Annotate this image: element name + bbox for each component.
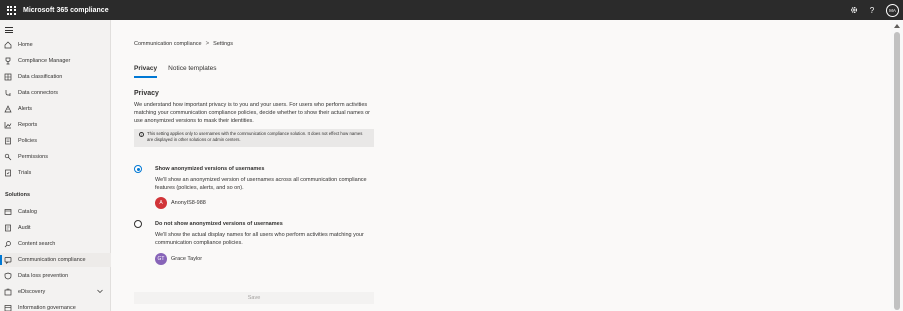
nav-item-label: eDiscovery	[18, 289, 46, 295]
ediscovery-icon	[4, 288, 12, 296]
scroll-thumb[interactable]	[894, 32, 900, 310]
info-text: This setting applies only to usernames w…	[147, 131, 363, 142]
trials-icon	[4, 169, 12, 177]
nav-item-policies[interactable]: Policies	[0, 134, 111, 148]
nav-item-label: Alerts	[18, 106, 33, 112]
nav-section-solutions: Solutions	[5, 192, 31, 198]
top-bar: Microsoft 365 compliance ? MA	[0, 0, 903, 20]
key-icon	[4, 153, 12, 161]
catalog-icon	[4, 208, 12, 216]
nav-item-label: Policies	[18, 138, 37, 144]
persona-name: Grace Taylor	[171, 256, 203, 262]
nav-item-label: Catalog	[18, 209, 37, 215]
option-title[interactable]: Do not show anonymized versions of usern…	[155, 221, 283, 227]
nav-item-communication-compliance[interactable]: Communication compliance	[0, 253, 111, 267]
nav-item-label: Compliance Manager	[18, 58, 71, 64]
breadcrumb-item-settings: Settings	[213, 41, 233, 47]
governance-icon	[4, 304, 12, 311]
scrollbar[interactable]	[891, 20, 903, 311]
home-icon	[4, 41, 12, 49]
nav-item-information-governance[interactable]: Information governance	[0, 301, 111, 311]
info-banner: i This setting applies only to usernames…	[134, 129, 374, 147]
nav-item-content-search[interactable]: Content search	[0, 237, 111, 251]
app-title[interactable]: Microsoft 365 compliance	[23, 7, 109, 14]
nav-item-label: Data classification	[18, 74, 63, 80]
nav-item-label: Reports	[18, 122, 38, 128]
nav-item-trials[interactable]: Trials	[0, 166, 111, 180]
tab-privacy[interactable]: Privacy	[134, 65, 158, 78]
nav-item-label: Content search	[18, 241, 56, 247]
nav-item-label: Home	[18, 42, 33, 48]
tab-notice-templates[interactable]: Notice templates	[168, 65, 216, 78]
search-icon	[4, 240, 12, 248]
option-description: We'll show an anonymized version of user…	[155, 177, 367, 191]
breadcrumb: Communication compliance > Settings	[134, 41, 233, 47]
nav-item-catalog[interactable]: Catalog	[0, 205, 111, 219]
chart-icon	[4, 121, 12, 129]
nav-item-audit[interactable]: Audit	[0, 221, 111, 235]
persona-name: AnonyIS8-988	[171, 200, 206, 206]
nav-item-label: Trials	[18, 170, 32, 176]
tab-list: Privacy Notice templates	[134, 65, 228, 78]
nav-item-label: Communication compliance	[18, 257, 86, 263]
avatar: A	[155, 197, 167, 209]
nav-item-compliance-manager[interactable]: Compliance Manager	[0, 54, 111, 68]
option-description: We'll show the actual display names for …	[155, 232, 364, 246]
nav-item-data-loss-prevention[interactable]: Data loss prevention	[0, 269, 111, 283]
communication-icon	[4, 256, 12, 264]
nav-item-alerts[interactable]: Alerts	[0, 102, 111, 116]
nav-item-label: Audit	[18, 225, 31, 231]
left-navigation: Home Compliance Manager Data classificat…	[0, 20, 111, 311]
help-icon[interactable]: ?	[863, 0, 881, 20]
hamburger-icon[interactable]	[5, 27, 13, 35]
info-icon: i	[139, 132, 144, 137]
main-content: Communication compliance > Settings Priv…	[112, 20, 891, 311]
option-title[interactable]: Show anonymized versions of usernames	[155, 166, 264, 172]
persona-anonymized: A AnonyIS8-988	[155, 197, 206, 209]
section-title: Privacy	[134, 90, 159, 97]
dlp-icon	[4, 272, 12, 280]
gear-icon[interactable]	[845, 0, 863, 20]
persona-actual-name: GT Grace Taylor	[155, 253, 202, 265]
audit-icon	[4, 224, 12, 232]
scroll-up-arrow-icon[interactable]	[894, 24, 900, 28]
breadcrumb-item-communication-compliance[interactable]: Communication compliance	[134, 41, 202, 47]
radio-do-not-show-anonymized[interactable]	[134, 220, 142, 228]
chevron-down-icon[interactable]	[97, 289, 103, 296]
nav-item-label: Permissions	[18, 154, 48, 160]
user-avatar[interactable]: MA	[886, 3, 899, 17]
nav-item-label: Information governance	[18, 305, 76, 311]
save-button[interactable]: Save	[134, 292, 374, 304]
trophy-icon	[4, 57, 12, 65]
nav-item-home[interactable]: Home	[0, 38, 111, 52]
nav-item-data-classification[interactable]: Data classification	[0, 70, 111, 84]
avatar: GT	[155, 253, 167, 265]
radio-show-anonymized[interactable]	[134, 165, 142, 173]
connector-icon	[4, 89, 12, 97]
nav-item-data-connectors[interactable]: Data connectors	[0, 86, 111, 100]
breadcrumb-separator: >	[205, 41, 210, 47]
policies-icon	[4, 137, 12, 145]
nav-item-ediscovery[interactable]: eDiscovery	[0, 285, 111, 299]
nav-item-label: Data connectors	[18, 90, 59, 96]
nav-item-permissions[interactable]: Permissions	[0, 150, 111, 164]
classification-icon	[4, 73, 12, 81]
nav-item-reports[interactable]: Reports	[0, 118, 111, 132]
nav-item-label: Data loss prevention	[18, 273, 69, 279]
privacy-description: We understand how important privacy is t…	[134, 102, 371, 124]
alert-icon	[4, 105, 12, 113]
waffle-icon[interactable]	[3, 0, 19, 20]
